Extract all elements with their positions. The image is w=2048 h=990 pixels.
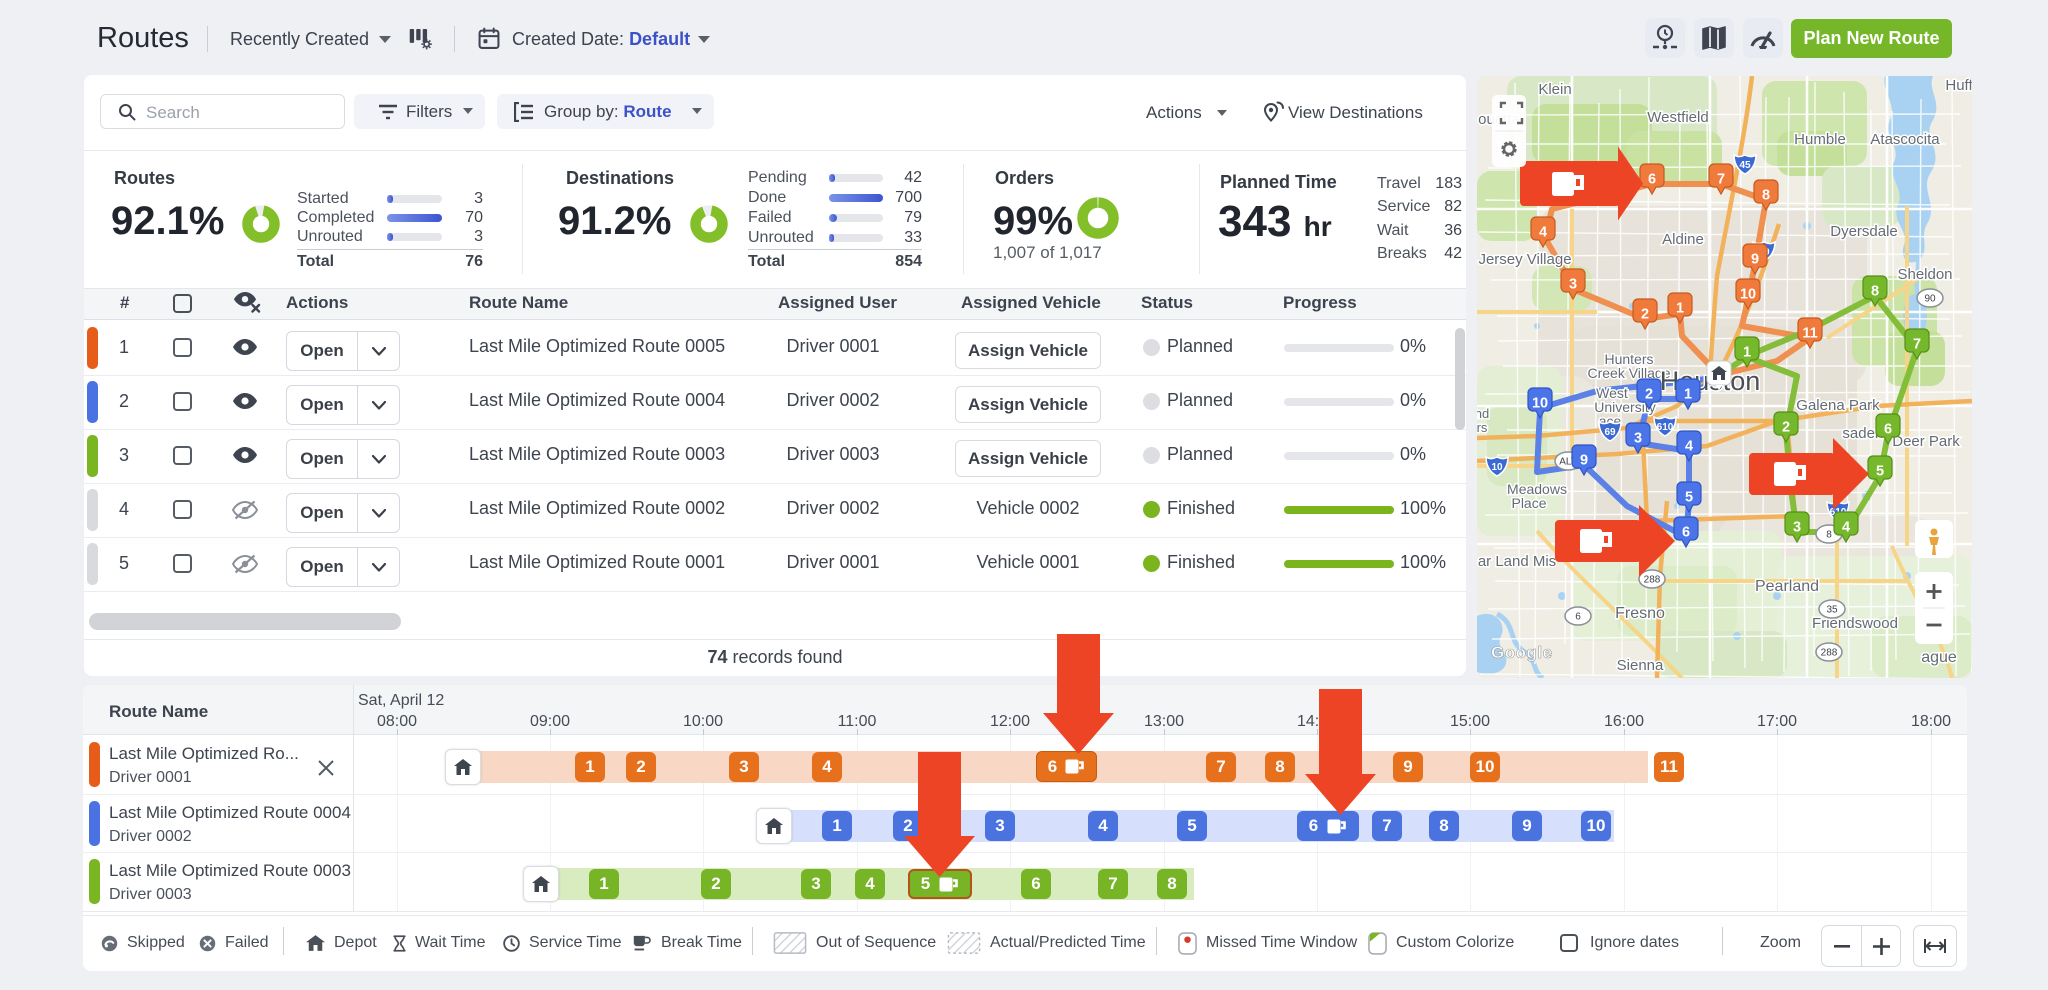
svg-text:6: 6 [1648,172,1656,188]
svg-text:Creek Village: Creek Village [1587,365,1670,381]
svg-text:Google: Google [1491,643,1553,662]
svg-text:2: 2 [1641,307,1649,323]
svg-text:Huff: Huff [1945,77,1972,94]
svg-text:3: 3 [1569,277,1577,293]
svg-text:10: 10 [1491,462,1503,473]
svg-text:Jersey Village: Jersey Village [1478,251,1571,268]
svg-text:7: 7 [1913,337,1921,353]
svg-text:Deer Park: Deer Park [1892,433,1960,450]
svg-text:4: 4 [1842,520,1850,536]
svg-text:Friendswood: Friendswood [1812,615,1898,632]
svg-text:8: 8 [1871,284,1879,300]
svg-text:610: 610 [1657,422,1674,433]
svg-text:Klein: Klein [1538,81,1571,98]
svg-text:rs: rs [1477,420,1488,435]
svg-text:Place: Place [1511,495,1546,511]
svg-text:Humble: Humble [1794,131,1846,148]
svg-text:10: 10 [1740,287,1756,303]
svg-text:ague: ague [1921,649,1957,666]
svg-text:nd: nd [1477,406,1489,421]
svg-text:9: 9 [1751,252,1759,268]
svg-text:8: 8 [1826,530,1832,541]
svg-text:ar Land Mis: ar Land Mis [1478,553,1556,570]
svg-text:10: 10 [1532,396,1548,412]
svg-text:Sienna: Sienna [1617,657,1664,674]
svg-text:8: 8 [1762,188,1770,204]
svg-text:Atascocita: Atascocita [1870,131,1940,148]
svg-text:Dyersdale: Dyersdale [1830,223,1898,240]
svg-text:35: 35 [1826,605,1838,616]
svg-text:Pearland: Pearland [1755,578,1819,595]
svg-text:Fresno: Fresno [1615,605,1665,622]
svg-text:288: 288 [1821,648,1838,659]
svg-text:Westfield: Westfield [1647,109,1708,126]
svg-text:45: 45 [1739,160,1751,171]
svg-text:5: 5 [1685,490,1693,506]
svg-text:Galena Park: Galena Park [1796,397,1880,414]
svg-text:3: 3 [1793,520,1801,536]
svg-text:11: 11 [1802,326,1817,342]
svg-text:2: 2 [1645,387,1653,403]
svg-text:6: 6 [1884,422,1892,438]
svg-text:7: 7 [1717,172,1725,188]
svg-text:Sheldon: Sheldon [1897,266,1952,283]
svg-text:3: 3 [1634,431,1642,447]
svg-text:1: 1 [1676,301,1684,317]
svg-text:288: 288 [1644,575,1661,586]
svg-text:4: 4 [1539,225,1547,241]
svg-text:6: 6 [1682,525,1690,541]
svg-text:6: 6 [1575,612,1581,623]
svg-text:Aldine: Aldine [1662,231,1704,248]
svg-text:1: 1 [1743,345,1751,361]
svg-text:69: 69 [1604,427,1616,438]
svg-text:2: 2 [1782,420,1790,436]
svg-text:9: 9 [1580,453,1588,469]
svg-text:1: 1 [1684,387,1692,403]
svg-text:4: 4 [1685,439,1693,455]
svg-text:90: 90 [1924,294,1936,305]
svg-text:5: 5 [1876,464,1884,480]
